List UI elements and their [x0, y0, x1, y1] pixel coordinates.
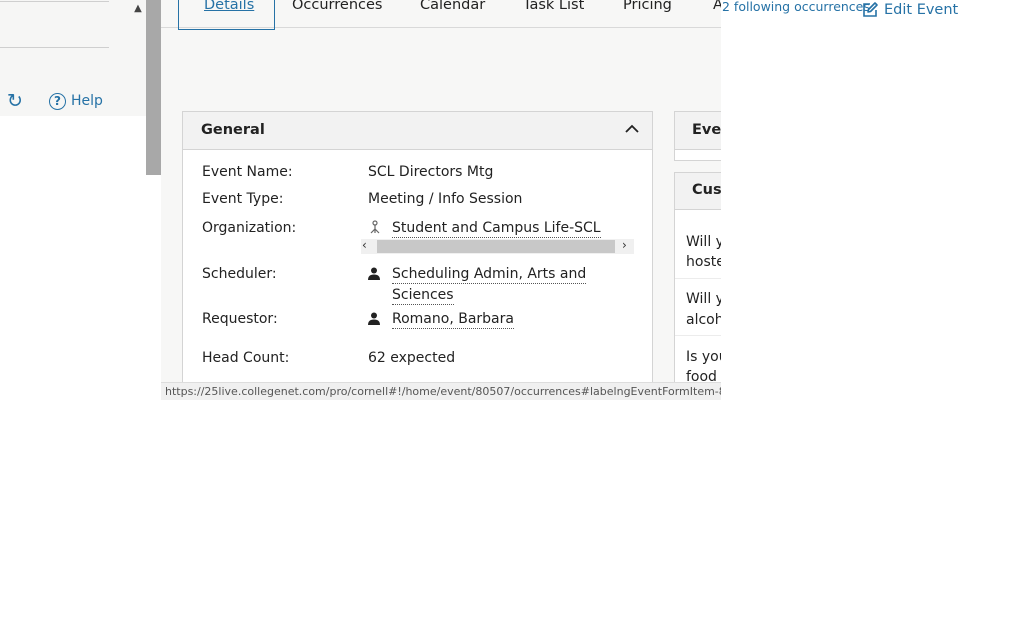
person-icon: [368, 312, 380, 325]
divider: [0, 1, 109, 2]
event-name-value: SCL Directors Mtg: [368, 164, 494, 180]
scroll-right-icon[interactable]: ›: [622, 238, 627, 252]
divider: [0, 47, 109, 48]
general-card: General Event Name: SCL Directors Mtg Ev…: [182, 111, 653, 400]
event-name-label: Event Name:: [202, 164, 293, 180]
following-occurrences-link[interactable]: 2 following occurrences: [722, 0, 870, 14]
divider: [675, 278, 721, 279]
custom-attributes-card: Cust Will yo hoste Will yo alcoh Is you …: [674, 172, 721, 400]
question-1-line2: hoste: [686, 254, 721, 270]
chevron-up-icon[interactable]: [624, 121, 640, 137]
organization-link[interactable]: Student and Campus Life-SCL: [392, 219, 601, 238]
custom-card-title: Cust: [692, 182, 721, 198]
refresh-icon[interactable]: ↻: [4, 90, 26, 112]
event-type-value: Meeting / Info Session: [368, 191, 523, 207]
organization-label: Organization:: [202, 220, 297, 236]
question-2-line1: Will yo: [686, 291, 721, 307]
help-button[interactable]: ? Help: [49, 90, 103, 112]
requestor-label: Requestor:: [202, 311, 278, 327]
question-3-line1: Is you: [686, 349, 721, 365]
tab-calendar[interactable]: Calendar: [420, 0, 485, 13]
event-card-title: Ever: [692, 122, 721, 138]
event-type-label: Event Type:: [202, 191, 284, 207]
scheduler-link-line1[interactable]: Scheduling Admin, Arts and: [392, 265, 587, 284]
tab-more[interactable]: A: [713, 0, 721, 13]
scrollbar-thumb[interactable]: [146, 0, 161, 175]
event-card-header[interactable]: Ever: [675, 112, 721, 150]
edit-event-button[interactable]: Edit Event: [861, 0, 958, 20]
general-card-title: General: [201, 122, 265, 138]
main-content: Details Occurrences Calendar Task List P…: [161, 0, 721, 400]
requestor-link[interactable]: Romano, Barbara: [392, 310, 514, 329]
question-2-line2: alcoh: [686, 312, 721, 328]
scheduler-link-line2[interactable]: Sciences: [392, 286, 454, 305]
scrollbar-thumb[interactable]: [377, 240, 615, 253]
divider: [675, 335, 721, 336]
scheduler-label: Scheduler:: [202, 266, 277, 282]
head-count-value: 62 expected: [368, 350, 456, 366]
event-card: Ever: [674, 111, 721, 161]
general-card-header[interactable]: General: [183, 112, 652, 150]
tab-bar: Details Occurrences Calendar Task List P…: [161, 0, 721, 30]
head-count-label: Head Count:: [202, 350, 290, 366]
tab-occurrences[interactable]: Occurrences: [292, 0, 382, 13]
scroll-left-icon[interactable]: ‹: [362, 238, 367, 252]
tab-pricing[interactable]: Pricing: [623, 0, 672, 13]
organization-icon: [370, 220, 380, 234]
edit-icon: [863, 2, 878, 17]
status-bar-url: https://25live.collegenet.com/pro/cornel…: [161, 382, 721, 400]
help-icon: ?: [49, 92, 66, 110]
horizontal-scrollbar[interactable]: ‹ ›: [361, 238, 634, 254]
tab-details[interactable]: Details: [204, 0, 254, 13]
person-icon: [368, 267, 380, 280]
custom-card-header[interactable]: Cust: [675, 173, 721, 210]
tab-task-list[interactable]: Task List: [523, 0, 584, 13]
question-1-line1: Will yo: [686, 234, 721, 250]
scroll-up-icon[interactable]: ▲: [132, 2, 144, 16]
edit-event-label: Edit Event: [884, 2, 959, 18]
help-label: Help: [71, 93, 103, 109]
